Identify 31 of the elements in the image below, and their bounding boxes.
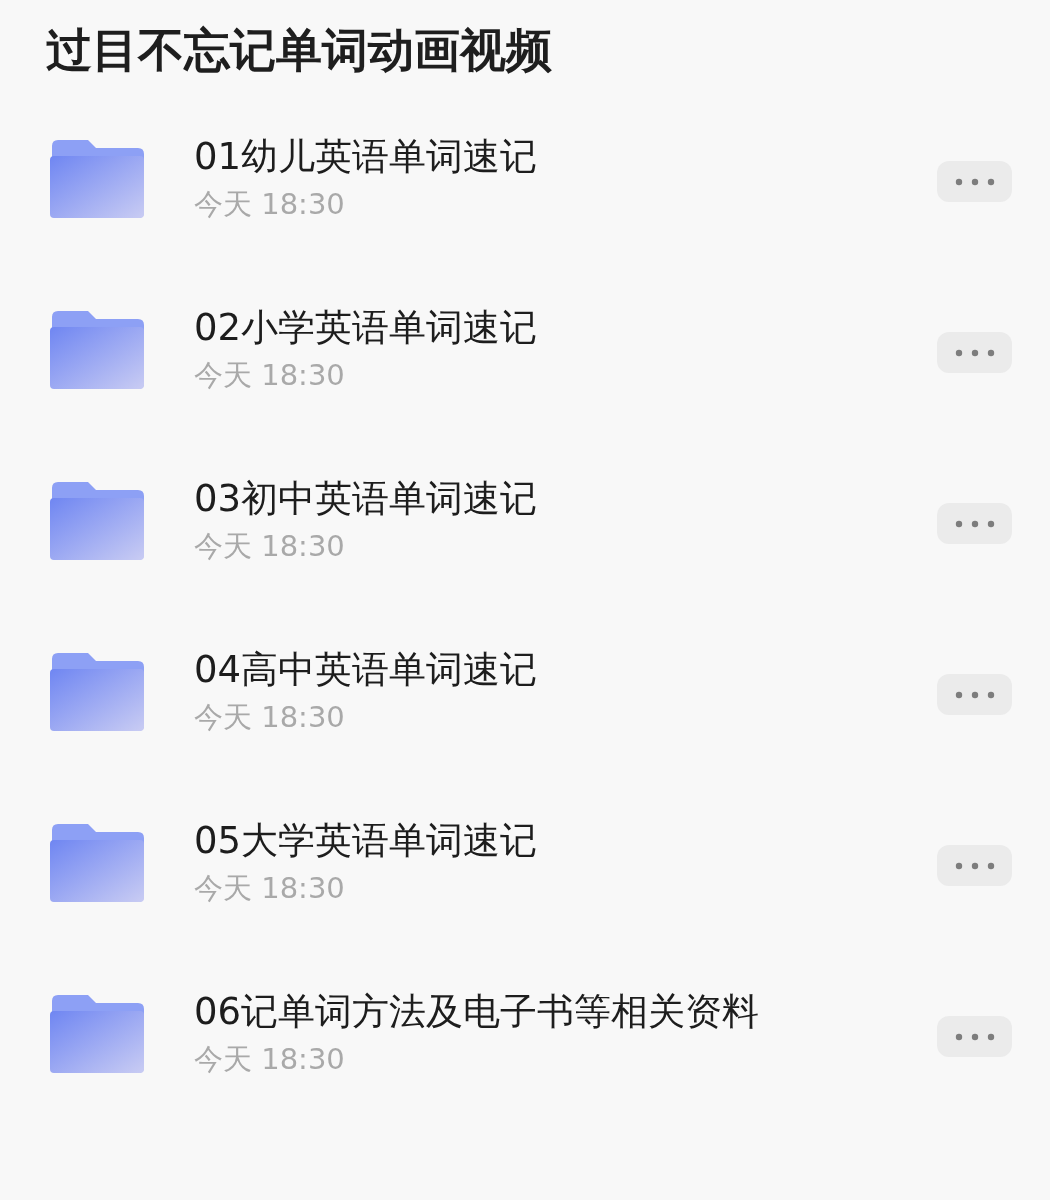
modified-time: 今天 18:30 (194, 356, 345, 394)
folder-icon[interactable] (50, 823, 144, 902)
folder-icon[interactable] (50, 481, 144, 560)
more-button[interactable] (937, 845, 1012, 886)
more-icon (954, 348, 995, 357)
more-button[interactable] (937, 1016, 1012, 1057)
folder-name[interactable]: 04高中英语单词速记 (194, 646, 538, 693)
modified-time: 今天 18:30 (194, 698, 345, 736)
more-button[interactable] (937, 503, 1012, 544)
modified-time: 今天 18:30 (194, 527, 345, 565)
modified-time: 今天 18:30 (194, 185, 345, 223)
folder-icon[interactable] (50, 994, 144, 1073)
folder-name[interactable]: 03初中英语单词速记 (194, 475, 538, 522)
more-icon (954, 1032, 995, 1041)
modified-time: 今天 18:30 (194, 869, 345, 907)
more-button[interactable] (937, 332, 1012, 373)
more-icon (954, 861, 995, 870)
folder-name[interactable]: 05大学英语单词速记 (194, 817, 538, 864)
folder-icon[interactable] (50, 139, 144, 218)
folder-icon[interactable] (50, 652, 144, 731)
more-button[interactable] (937, 161, 1012, 202)
folder-icon[interactable] (50, 310, 144, 389)
folder-name[interactable]: 02小学英语单词速记 (194, 304, 538, 351)
folder-name[interactable]: 01幼儿英语单词速记 (194, 133, 538, 180)
folder-name[interactable]: 06记单词方法及电子书等相关资料 (194, 988, 760, 1035)
more-icon (954, 177, 995, 186)
more-icon (954, 519, 995, 528)
more-button[interactable] (937, 674, 1012, 715)
more-icon (954, 690, 995, 699)
modified-time: 今天 18:30 (194, 1040, 345, 1078)
page-title: 过目不忘记单词动画视频 (46, 22, 553, 79)
